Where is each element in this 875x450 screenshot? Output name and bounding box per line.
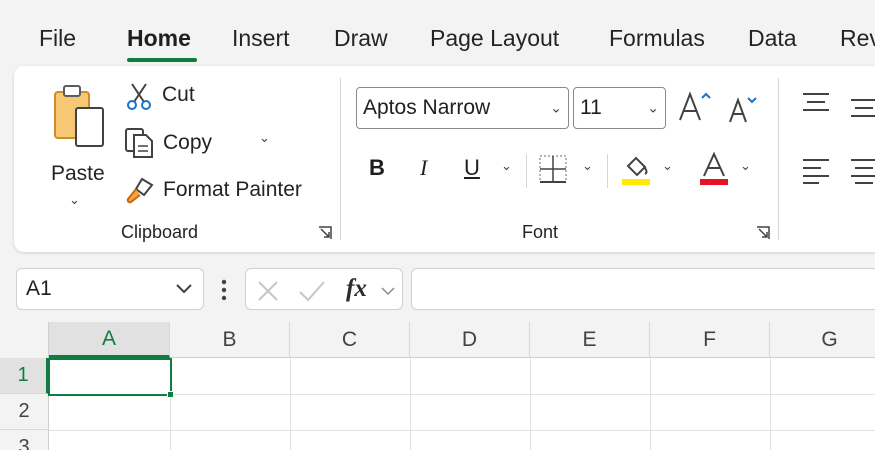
font-size-value: 11 [580, 96, 602, 119]
active-cell-a1[interactable] [48, 358, 172, 396]
column-header-b[interactable]: B [170, 322, 290, 358]
gridline [650, 358, 651, 450]
format-painter-button[interactable]: Format Painter [124, 174, 314, 208]
gridline [290, 358, 291, 450]
ribbon: Paste ⌄ Cut Copy ⌄ Format Painter Clipbo… [14, 66, 875, 252]
fx-chevron-icon[interactable] [380, 286, 396, 296]
decrease-font-icon [729, 97, 757, 123]
fill-color-chevron-icon[interactable]: ⌄ [662, 158, 673, 174]
gridline [410, 358, 411, 450]
font-size-chevron-icon: ⌄ [647, 99, 659, 116]
name-box-chevron-icon[interactable] [175, 283, 193, 295]
tab-data[interactable]: Data [748, 25, 797, 52]
gridline [770, 358, 771, 450]
font-size-select[interactable]: 11 ⌄ [573, 87, 666, 129]
italic-button[interactable]: I [420, 155, 427, 181]
decrease-font-size-button[interactable] [726, 92, 760, 126]
font-color-swatch [700, 179, 728, 185]
copy-button[interactable]: Copy ⌄ [124, 126, 274, 160]
format-painter-label: Format Painter [163, 178, 302, 201]
scissors-icon [127, 83, 151, 110]
font-name-chevron-icon: ⌄ [550, 99, 562, 116]
cut-button[interactable]: Cut [126, 80, 226, 112]
active-tab-indicator [127, 58, 197, 62]
name-box-value: A1 [26, 277, 52, 300]
increase-font-icon [679, 91, 711, 121]
font-alignment-divider [778, 78, 779, 240]
borders-chevron-icon[interactable]: ⌄ [582, 158, 593, 174]
borders-icon[interactable] [538, 154, 568, 184]
align-left-icon[interactable] [801, 156, 831, 184]
column-header-g[interactable]: G [770, 322, 875, 358]
font-name-select[interactable]: Aptos Narrow ⌄ [356, 87, 569, 129]
paste-icon [54, 85, 104, 147]
row-header-1[interactable]: 1 [0, 358, 49, 394]
clipboard-font-divider [340, 78, 341, 240]
ribbon-tabs: File Home Insert Draw Page Layout Formul… [0, 0, 875, 66]
column-header-c[interactable]: C [290, 322, 410, 358]
copy-label: Copy [163, 131, 213, 154]
name-box[interactable]: A1 [16, 268, 204, 310]
paste-button[interactable]: Paste ⌄ [44, 80, 116, 210]
enter-icon[interactable] [298, 279, 326, 303]
formula-input[interactable] [411, 268, 875, 310]
copy-icon [125, 128, 153, 158]
tab-file[interactable]: File [39, 25, 76, 52]
tab-draw[interactable]: Draw [334, 25, 388, 52]
underline-chevron-icon[interactable]: ⌄ [501, 158, 512, 174]
select-all-corner[interactable] [0, 322, 49, 358]
tab-insert[interactable]: Insert [232, 25, 290, 52]
spreadsheet-grid: A B C D E F G 1 2 3 [0, 322, 875, 450]
font-divider-2 [607, 154, 608, 188]
column-header-e[interactable]: E [530, 322, 650, 358]
increase-font-size-button[interactable] [676, 88, 712, 126]
row-header-3[interactable]: 3 [0, 430, 49, 450]
font-color-chevron-icon[interactable]: ⌄ [740, 158, 751, 174]
fill-color-swatch [622, 179, 650, 185]
paste-label: Paste [51, 162, 105, 185]
font-name-value: Aptos Narrow [363, 96, 491, 119]
clipboard-group-label: Clipboard [121, 222, 199, 242]
row-header-2[interactable]: 2 [0, 394, 49, 430]
gridline [530, 358, 531, 450]
paintbrush-icon [126, 177, 154, 204]
align-center-icon[interactable] [849, 156, 875, 184]
column-header-row: A B C D E F G [0, 322, 875, 358]
paste-chevron-icon[interactable]: ⌄ [69, 192, 80, 208]
tab-formulas[interactable]: Formulas [609, 25, 705, 52]
column-header-a[interactable]: A [49, 322, 170, 358]
font-dialog-launcher-icon[interactable] [755, 225, 771, 241]
column-header-d[interactable]: D [410, 322, 530, 358]
align-top-icon[interactable] [801, 90, 831, 114]
clipboard-dialog-launcher-icon[interactable] [317, 225, 333, 241]
underline-button[interactable]: U [464, 155, 480, 181]
gridline [49, 430, 875, 431]
cancel-icon[interactable] [256, 279, 280, 303]
align-middle-icon[interactable] [849, 96, 875, 120]
tab-review[interactable]: Rev [840, 25, 875, 52]
copy-chevron-icon[interactable]: ⌄ [259, 130, 270, 146]
font-divider-1 [526, 154, 527, 188]
column-header-f[interactable]: F [650, 322, 770, 358]
cut-label: Cut [162, 83, 195, 106]
fill-color-icon[interactable] [620, 152, 652, 186]
fill-handle[interactable] [167, 391, 174, 398]
formula-bar-buttons: fx [245, 268, 403, 310]
tab-page-layout[interactable]: Page Layout [430, 25, 559, 52]
tab-home[interactable]: Home [127, 25, 191, 52]
more-options-icon[interactable] [218, 278, 230, 302]
font-color-icon[interactable] [698, 152, 730, 186]
bold-button[interactable]: B [369, 155, 385, 181]
font-group-label: Font [522, 222, 559, 242]
insert-function-button[interactable]: fx [346, 275, 367, 303]
